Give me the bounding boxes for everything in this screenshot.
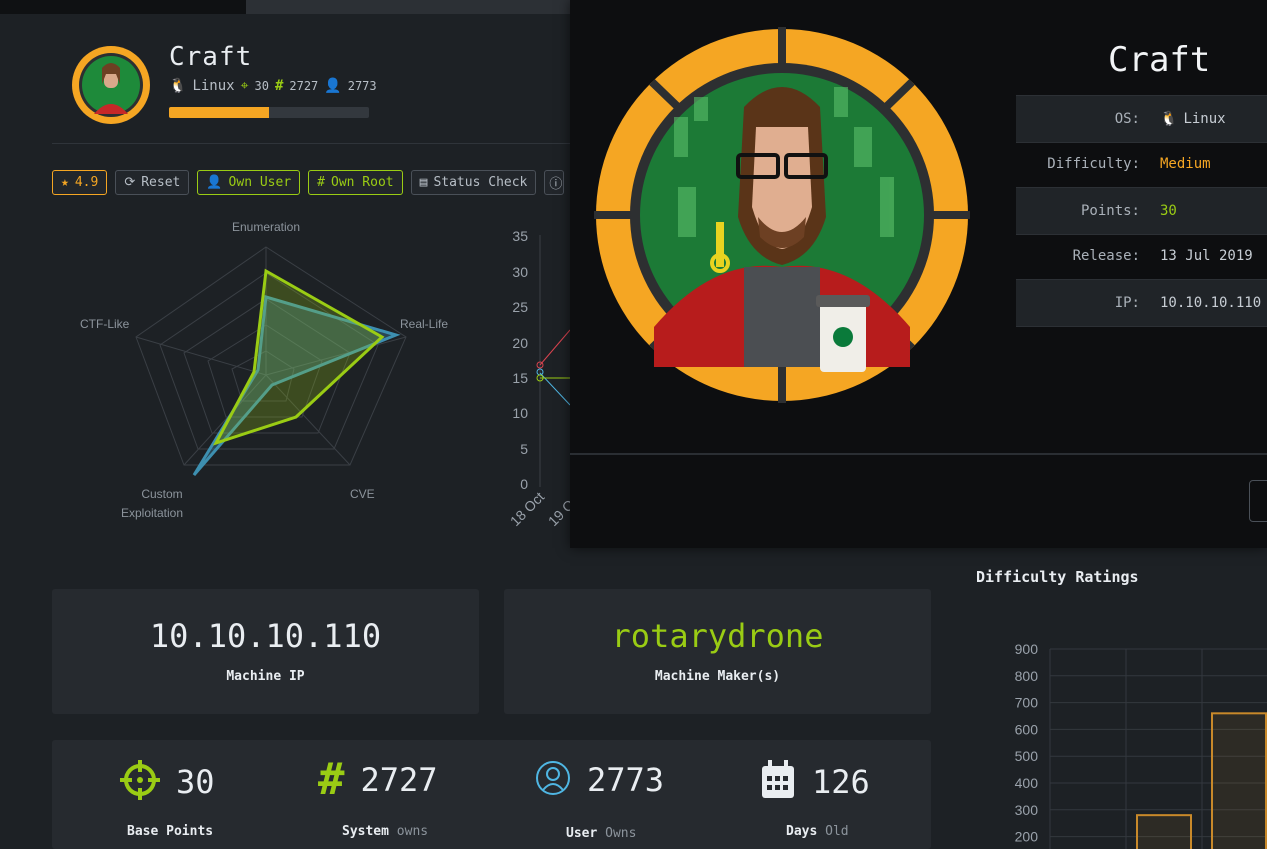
y-tick: 15 — [512, 370, 528, 386]
base-points-stat: 30 — [120, 760, 215, 804]
top-bar-segment — [0, 0, 246, 14]
own-root-button[interactable]: # Own Root — [308, 170, 403, 195]
timeline-line-red — [539, 329, 571, 366]
timeline-chart: 35 30 25 20 15 10 5 0 18 Oct 19 O — [507, 228, 578, 530]
radar-label-enumeration: Enumeration — [232, 220, 300, 234]
overlay-side-button[interactable] — [1249, 480, 1267, 522]
progress-bar — [169, 107, 369, 118]
maker-card: rotarydrone Machine Maker(s) — [504, 589, 931, 714]
linux-icon: 🐧 — [1160, 111, 1178, 127]
info-button[interactable]: ⓘ — [544, 170, 565, 195]
system-owns-value: 2727 — [289, 79, 319, 93]
info-row-points: Points: 30 — [1016, 187, 1267, 235]
y-tick: 500 — [1015, 748, 1039, 764]
y-tick: 25 — [512, 299, 528, 315]
timeline-y-ticks: 35 30 25 20 15 10 5 0 — [512, 228, 528, 492]
y-tick: 20 — [512, 335, 528, 351]
reset-button[interactable]: ⟳ Reset — [115, 170, 190, 195]
info-row-release: Release: 13 Jul 2019 — [1072, 248, 1253, 264]
radar-label-exploitation: Exploitation — [121, 506, 183, 520]
y-tick: 30 — [512, 264, 528, 280]
y-tick: 200 — [1015, 829, 1039, 845]
machine-ip-value: 10.10.10.110 — [149, 617, 382, 655]
machine-title: Craft — [169, 42, 253, 72]
maker-label: Machine Maker(s) — [654, 669, 781, 684]
hash-icon: # — [317, 175, 325, 190]
x-tick: 18 Oct — [507, 489, 548, 530]
radar-chart: Enumeration Real-Life CVE Custom Exploit… — [80, 220, 448, 520]
machine-ip-card: 10.10.10.110 Machine IP — [52, 589, 479, 714]
difficulty-bar — [1136, 814, 1192, 849]
overlay-avatar — [594, 27, 970, 403]
info-icon: ⓘ — [549, 177, 563, 192]
y-tick: 35 — [512, 228, 528, 244]
star-icon: ★ — [61, 175, 69, 190]
y-tick: 10 — [512, 405, 528, 421]
machine-ip-label: Machine IP — [226, 669, 305, 684]
linux-icon: 🐧 — [169, 78, 187, 94]
y-tick: 900 — [1015, 641, 1039, 657]
y-tick: 700 — [1015, 695, 1039, 711]
y-tick: 400 — [1015, 775, 1039, 791]
difficulty-chart: 900 800 700 600 500 400 300 200 — [1015, 641, 1267, 849]
target-icon: ⌖ — [240, 78, 249, 94]
difficulty-bar — [1211, 712, 1267, 849]
machine-avatar — [70, 44, 152, 126]
days-old-stat: 126 — [760, 760, 870, 804]
difficulty-title: Difficulty Ratings — [976, 568, 1139, 586]
radar-label-ctf-like: CTF-Like — [80, 317, 130, 331]
days-old-label: Days Old — [786, 824, 849, 839]
own-user-button[interactable]: 👤 Own User — [197, 170, 301, 195]
user-icon: 👤 — [206, 175, 223, 190]
radar-label-real-life: Real-Life — [400, 317, 448, 331]
y-tick: 0 — [520, 476, 528, 492]
user-owns-label: User Owns — [566, 826, 637, 841]
user-owns-stat: 2773 — [535, 760, 664, 800]
machine-meta: 🐧 Linux ⌖ 30 # 2727 👤 2773 — [169, 78, 377, 94]
overlay-title: Craft — [1108, 40, 1211, 80]
user-owns-value: 2773 — [347, 79, 377, 93]
hash-icon: # — [274, 78, 284, 94]
info-row-ip: IP: 10.10.10.110 — [1016, 279, 1267, 327]
points-value: 30 — [254, 79, 269, 93]
user-icon — [535, 760, 571, 800]
system-owns-stat: # 2727 — [318, 754, 438, 805]
hash-icon: # — [318, 754, 345, 805]
refresh-icon: ⟳ — [124, 175, 136, 190]
y-tick: 600 — [1015, 721, 1039, 737]
rating-button[interactable]: ★ 4.9 — [52, 170, 108, 195]
system-owns-label: System owns — [342, 824, 429, 839]
os-label: Linux — [192, 78, 235, 94]
divider — [52, 143, 572, 144]
info-row-difficulty: Difficulty: Medium — [1047, 156, 1211, 172]
progress-fill — [169, 107, 269, 118]
difficulty-y-ticks: 900 800 700 600 500 400 300 200 — [1015, 641, 1039, 845]
calendar-icon — [760, 760, 796, 804]
server-icon: ▤ — [419, 175, 428, 190]
y-tick: 5 — [520, 441, 528, 457]
target-icon — [120, 760, 160, 804]
y-tick: 300 — [1015, 802, 1039, 818]
user-icon: 👤 — [324, 78, 342, 94]
radar-label-cve: CVE — [350, 487, 375, 501]
y-tick: 800 — [1015, 668, 1039, 684]
radar-label-custom: Custom — [141, 487, 182, 501]
overlay-divider — [570, 453, 1267, 455]
info-row-os: OS: 🐧 Linux — [1016, 95, 1267, 143]
maker-value[interactable]: rotarydrone — [504, 617, 931, 655]
status-check-button[interactable]: ▤ Status Check — [410, 170, 537, 195]
base-points-label: Base Points — [127, 824, 214, 839]
action-buttons: ★ 4.9 ⟳ Reset 👤 Own User # Own Root ▤ St… — [52, 170, 565, 195]
